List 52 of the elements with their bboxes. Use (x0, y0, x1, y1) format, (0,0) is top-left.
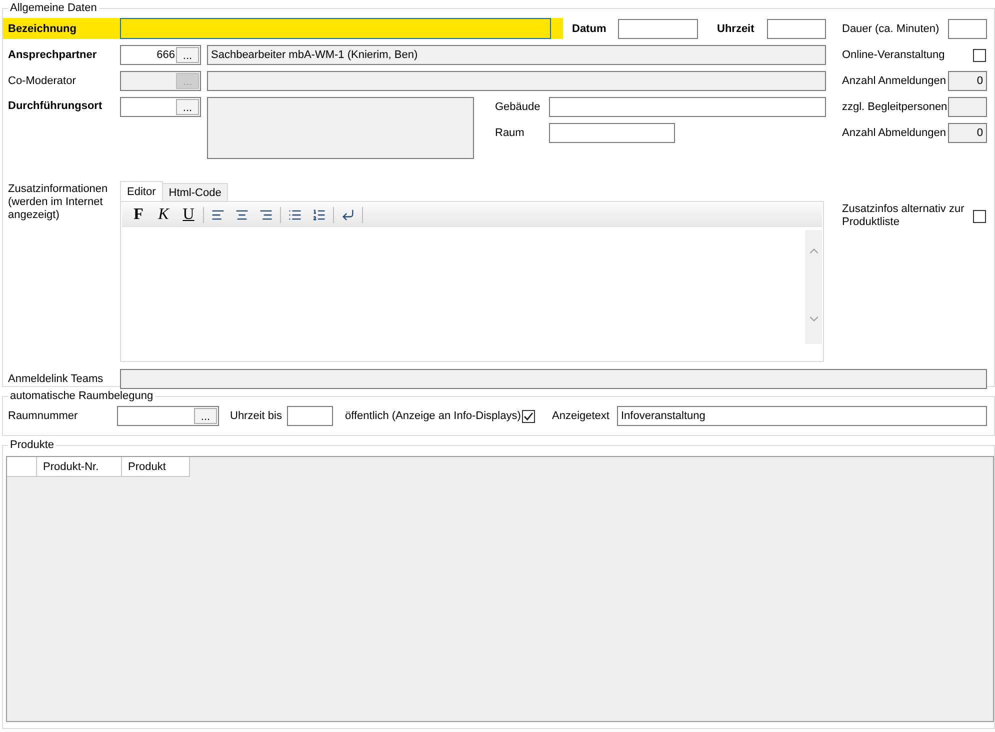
field-label: Gebäude (495, 101, 542, 113)
input-field[interactable] (120, 18, 551, 39)
field-label: Raum (495, 127, 526, 139)
lookup-field[interactable]: 666 ... (120, 45, 201, 65)
browse-button[interactable]: ... (176, 99, 199, 115)
field-label: Zusatzinformationen (werden im Internet angezeigt) (7, 182, 109, 222)
field-label: Datum (572, 22, 608, 34)
time-field[interactable] (767, 18, 826, 38)
row-header (7, 457, 37, 477)
field-label: Anzahl Abmeldungen (842, 127, 947, 139)
field-label: zzgl. Begleitpersonen (842, 101, 948, 113)
count-field: 0 (948, 123, 987, 143)
input-field[interactable]: Infoveranstaltung (617, 406, 987, 426)
checkbox[interactable] (973, 48, 986, 62)
field-label: Durchführungsort (7, 99, 104, 114)
format-button[interactable]: U (178, 206, 199, 224)
field-label: Online-Veranstaltung (842, 49, 946, 61)
field-label: Uhrzeit (717, 22, 756, 34)
column-header[interactable]: Produkt (122, 457, 190, 477)
lookup-field[interactable]: ... (120, 97, 201, 117)
column-header[interactable]: Produkt-Nr. (37, 457, 122, 477)
count-field (948, 97, 987, 117)
field-label: Dauer (ca. Minuten) (842, 22, 940, 34)
section-title: Allgemeine Daten (9, 2, 98, 15)
input-field[interactable] (549, 97, 826, 117)
section-title: Produkte (9, 439, 56, 452)
browse-button[interactable]: ... (176, 47, 199, 63)
section-title: automatische Raumbelegung (9, 390, 154, 403)
field-label: Anmeldelink Teams (7, 372, 104, 387)
field-label: Uhrzeit bis (230, 410, 283, 422)
field-label: Ansprechpartner (7, 48, 98, 63)
lookup-field[interactable]: ... (117, 406, 219, 426)
field-label: Anzeigetext (552, 410, 610, 422)
count-field: 0 (948, 71, 987, 91)
field-label: Zusatzinfos alternativ zur Produktliste (842, 203, 966, 230)
field-label: Bezeichnung (7, 22, 78, 36)
field-label: Anzahl Anmeldungen (842, 75, 947, 87)
tab[interactable]: Html-Code (162, 183, 228, 201)
tab[interactable]: Editor (120, 181, 163, 201)
field-label: Co-Moderator (7, 74, 77, 89)
time-field[interactable] (287, 406, 333, 426)
field-label: öffentlich (Anzeige an Info-Displays) (345, 410, 522, 422)
checkbox[interactable] (522, 410, 535, 422)
checkbox[interactable] (973, 210, 986, 223)
input-field[interactable] (948, 18, 987, 38)
date-field[interactable] (618, 18, 698, 38)
format-button[interactable]: K (153, 206, 174, 224)
field-label: Raumnummer (7, 409, 79, 424)
name-field: Sachbearbeiter mbA-WM-1 (Knierim, Ben) (207, 45, 826, 65)
browse-button[interactable]: ... (194, 408, 217, 424)
input-field[interactable] (549, 123, 675, 143)
format-button[interactable]: F (128, 206, 149, 224)
